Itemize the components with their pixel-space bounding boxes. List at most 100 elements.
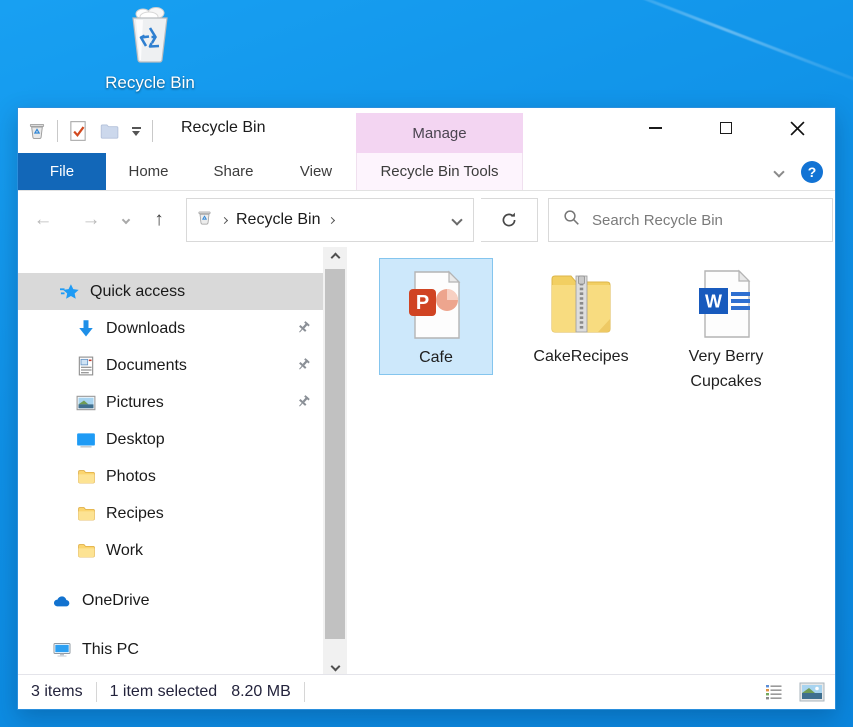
sidebar-item-pictures[interactable]: Pictures: [18, 384, 323, 421]
forward-button[interactable]: →: [74, 198, 108, 242]
ribbon-tab-row: File Home Share View Recycle Bin Tools ?: [18, 153, 835, 191]
word-file-icon: W: [669, 264, 783, 344]
window-recycle-bin-icon[interactable]: [26, 119, 48, 143]
qat-checkmark-document-icon[interactable]: [67, 119, 89, 143]
sidebar-item-recipes[interactable]: Recipes: [18, 495, 323, 532]
recycle-bin-icon: [119, 51, 181, 68]
breadcrumb-root[interactable]: Recycle Bin: [236, 211, 320, 229]
qat-separator: [57, 120, 58, 142]
refresh-button[interactable]: [481, 198, 538, 242]
tab-home[interactable]: Home: [106, 153, 191, 190]
svg-text:W: W: [705, 292, 722, 312]
help-button[interactable]: ?: [801, 161, 823, 183]
minimize-button[interactable]: [633, 112, 677, 144]
close-button[interactable]: [775, 112, 819, 144]
search-bar[interactable]: [548, 198, 833, 242]
file-item-cakerecipes[interactable]: CakeRecipes: [524, 258, 638, 373]
sidebar-item-label: OneDrive: [82, 592, 150, 610]
status-divider: [96, 682, 97, 702]
address-bar[interactable]: Recycle Bin: [186, 198, 474, 242]
sidebar-item-onedrive[interactable]: OneDrive: [18, 582, 323, 619]
breadcrumb-chevron-icon[interactable]: [221, 216, 228, 223]
tab-share[interactable]: Share: [191, 153, 276, 190]
address-recycle-bin-icon: [196, 209, 213, 232]
sidebar-item-label: Photos: [106, 468, 156, 486]
onedrive-cloud-icon: [52, 591, 72, 611]
file-explorer-window: Recycle Bin Manage File Home Share View …: [17, 107, 836, 710]
breadcrumb-chevron-icon[interactable]: [328, 216, 335, 223]
sidebar-item-label: Recipes: [106, 505, 164, 523]
scroll-down-button[interactable]: [323, 656, 347, 676]
search-input[interactable]: [592, 212, 792, 229]
documents-icon: [76, 356, 96, 376]
sidebar-item-quick-access[interactable]: Quick access: [18, 273, 323, 310]
back-button[interactable]: ←: [26, 198, 60, 242]
expand-ribbon-chevron-icon[interactable]: [775, 163, 783, 181]
sidebar-item-label: Downloads: [106, 320, 185, 338]
file-name: Cafe: [419, 345, 453, 374]
folder-icon: [76, 467, 96, 487]
qat-folder-icon[interactable]: [98, 119, 120, 143]
quick-access-star-icon: [60, 282, 80, 302]
sidebar-item-downloads[interactable]: Downloads: [18, 310, 323, 347]
this-pc-monitor-icon: [52, 640, 72, 660]
sidebar-item-work[interactable]: Work: [18, 532, 323, 569]
sidebar-item-this-pc[interactable]: This PC: [18, 631, 323, 668]
up-button[interactable]: ↑: [142, 198, 176, 242]
desktop-recycle-bin[interactable]: Recycle Bin: [97, 6, 203, 93]
file-item-very-berry-cupcakes[interactable]: W Very Berry Cupcakes: [669, 258, 783, 398]
main-area: Quick access Downloads: [18, 247, 835, 676]
large-icons-view-button[interactable]: [797, 679, 827, 705]
sidebar-item-documents[interactable]: Documents: [18, 347, 323, 384]
pictures-icon: [76, 393, 96, 413]
sidebar-item-label: This PC: [82, 641, 139, 659]
sidebar-item-label: Work: [106, 542, 143, 560]
file-item-cafe[interactable]: P Cafe: [379, 258, 493, 375]
sidebar-item-label: Quick access: [90, 283, 185, 301]
desktop-icon-small: [76, 430, 96, 450]
powerpoint-file-icon: P: [380, 265, 492, 345]
svg-text:P: P: [416, 292, 429, 314]
sidebar-item-photos[interactable]: Photos: [18, 458, 323, 495]
qat-customize-dropdown-icon[interactable]: [129, 127, 143, 136]
navigation-pane: Quick access Downloads: [18, 247, 323, 676]
navigation-toolbar: ← → ↑ Recycle Bin: [18, 198, 835, 242]
wallpaper-light-streak: [584, 0, 853, 85]
status-divider: [304, 682, 305, 702]
qat-separator: [152, 120, 153, 142]
folder-icon: [76, 541, 96, 561]
pin-icon[interactable]: [296, 320, 311, 340]
details-view-button[interactable]: [759, 679, 789, 705]
scrollbar-thumb[interactable]: [325, 269, 345, 639]
downloads-icon: [76, 319, 96, 339]
pin-icon[interactable]: [296, 394, 311, 414]
file-list: P Cafe CakeRecipes: [348, 247, 835, 676]
sidebar-item-label: Desktop: [106, 431, 165, 449]
tab-view[interactable]: View: [276, 153, 356, 190]
recent-locations-chevron-icon[interactable]: [114, 198, 138, 242]
tab-recycle-bin-tools[interactable]: Recycle Bin Tools: [356, 153, 523, 190]
window-title: Recycle Bin: [181, 119, 265, 137]
tab-file[interactable]: File: [18, 153, 106, 190]
address-dropdown-chevron-icon[interactable]: [453, 211, 461, 229]
status-selection: 1 item selected: [110, 683, 218, 701]
manage-contextual-group[interactable]: Manage: [356, 113, 523, 153]
quick-access-toolbar: [26, 116, 153, 146]
sidebar-item-desktop[interactable]: Desktop: [18, 421, 323, 458]
sidebar-item-label: Documents: [106, 357, 187, 375]
status-bar: 3 items 1 item selected 8.20 MB: [18, 674, 835, 709]
status-items-count: 3 items: [31, 683, 83, 701]
sidebar-scrollbar[interactable]: [323, 247, 347, 676]
folder-icon: [76, 504, 96, 524]
sidebar-item-label: Pictures: [106, 394, 164, 412]
search-icon: [563, 209, 580, 231]
pin-icon[interactable]: [296, 357, 311, 377]
scroll-up-button[interactable]: [323, 247, 347, 267]
desktop-icon-label: Recycle Bin: [97, 73, 203, 93]
window-controls: [633, 112, 819, 144]
zip-folder-icon: [524, 264, 638, 344]
file-name: Very Berry Cupcakes: [678, 344, 774, 398]
maximize-button[interactable]: [704, 112, 748, 144]
title-bar: Recycle Bin Manage: [18, 108, 835, 153]
status-selection-size: 8.20 MB: [231, 683, 291, 701]
